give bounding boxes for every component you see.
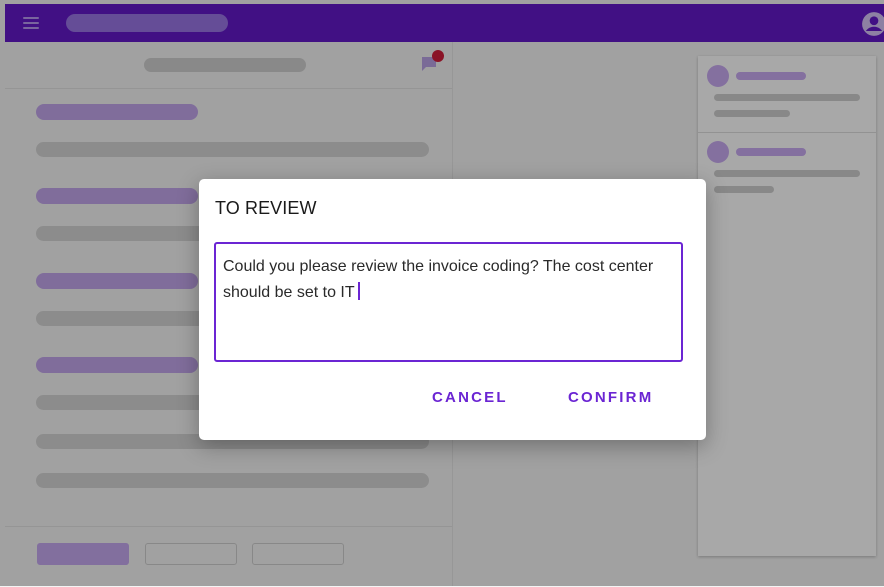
dialog-title: TO REVIEW — [215, 198, 317, 218]
review-comment-textarea[interactable]: Could you please review the invoice codi… — [214, 242, 683, 362]
confirm-button[interactable]: CONFIRM — [568, 389, 653, 406]
cancel-button[interactable]: CANCEL — [432, 389, 508, 406]
review-dialog: TO REVIEW Could you please review the in… — [199, 179, 706, 440]
text-cursor — [357, 282, 360, 300]
review-comment-text: Could you please review the invoice codi… — [223, 258, 654, 301]
